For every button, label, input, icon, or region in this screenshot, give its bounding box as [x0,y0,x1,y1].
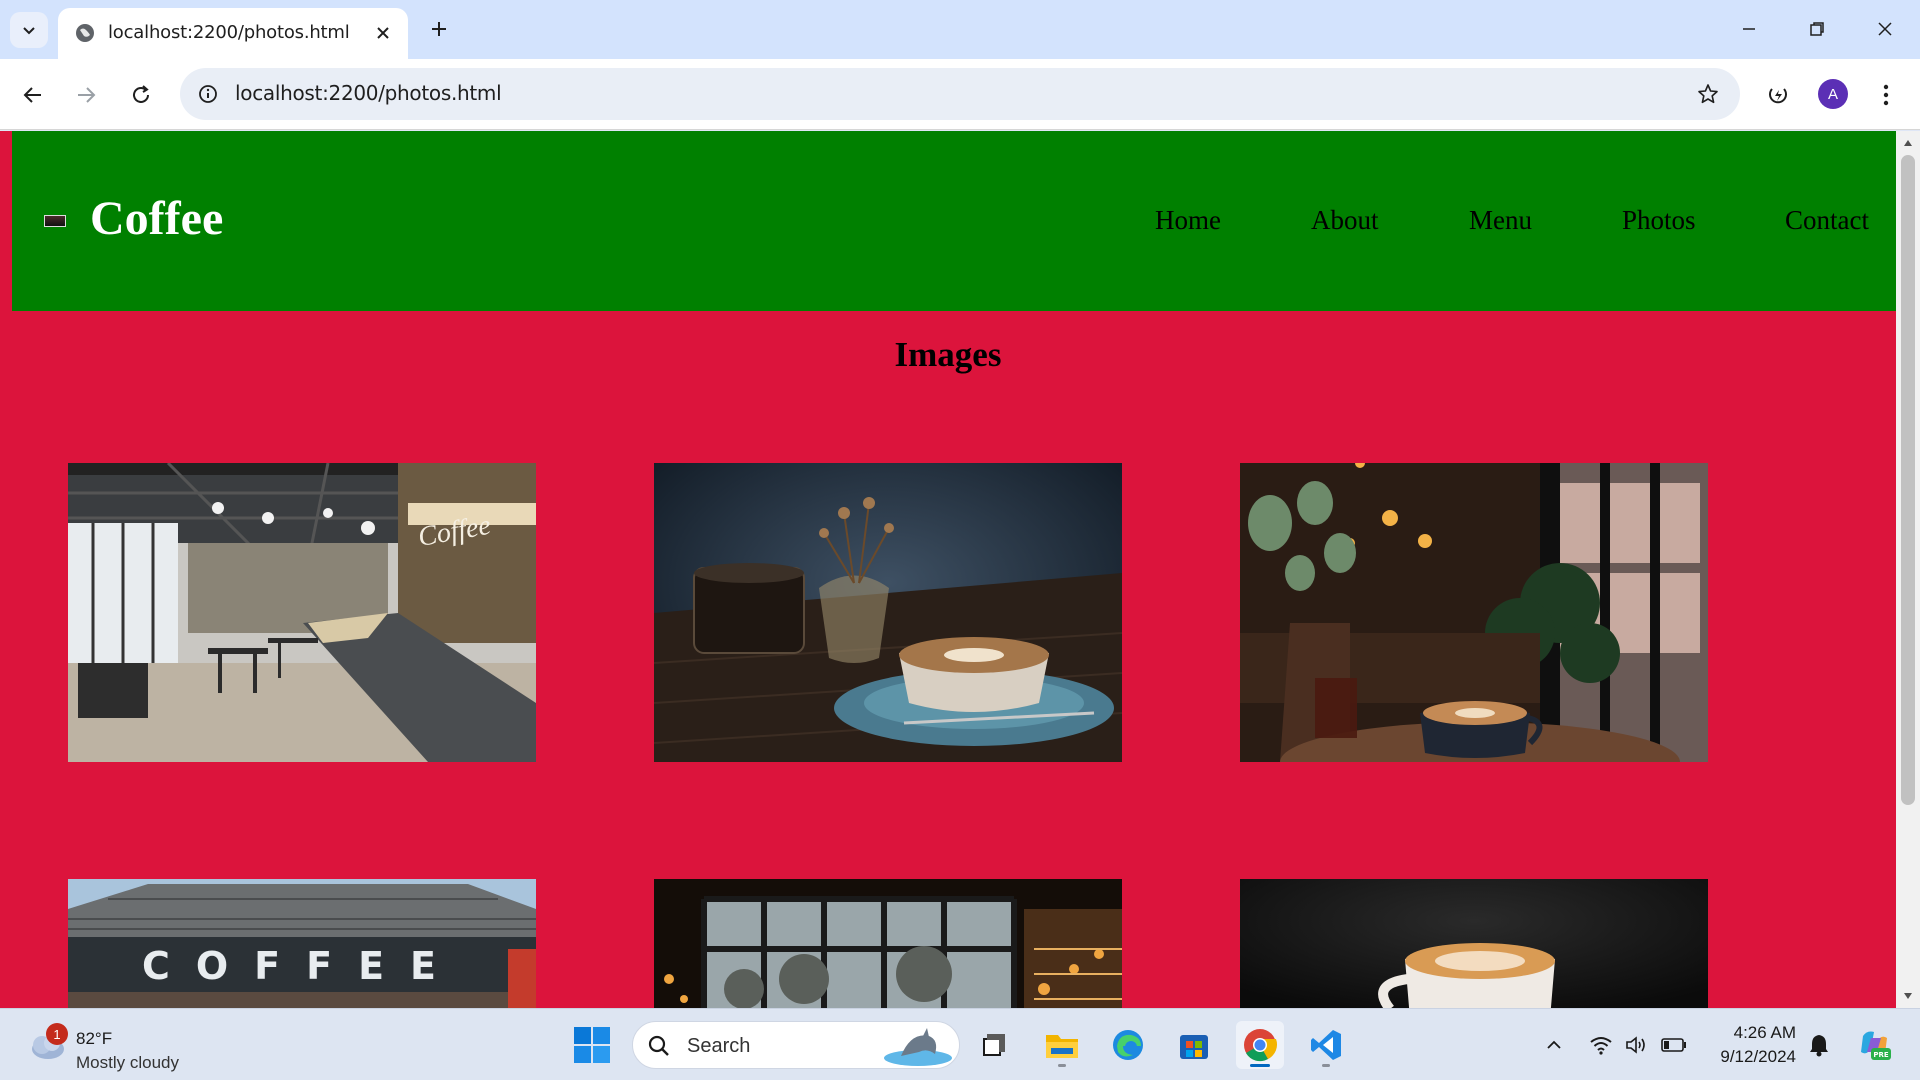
search-label: Search [687,1035,751,1057]
browser-tab-strip: localhost:2200/photos.html [0,0,1920,59]
chrome-icon [1244,1029,1278,1062]
speaker-icon [1626,1036,1645,1054]
notifications-button[interactable] [1805,1031,1833,1059]
app-active-indicator [1250,1064,1270,1067]
clock-date[interactable]: 9/12/2024 [1700,1047,1796,1067]
store-icon [1180,1035,1208,1059]
task-view-icon [983,1034,1005,1056]
nav-home-link[interactable]: Home [1155,205,1221,236]
chevron-down-icon [23,27,35,35]
forward-button[interactable] [66,75,106,115]
app-running-indicator [1058,1064,1066,1067]
nav-photos-link[interactable]: Photos [1622,205,1696,236]
address-bar[interactable]: localhost:2200/photos.html [180,68,1740,120]
bell-icon [1810,1035,1828,1057]
speed-icon [1769,88,1787,104]
arrow-right-icon [78,87,96,103]
taskbar-task-view[interactable] [970,1021,1018,1069]
wifi-icon [1590,1037,1612,1055]
site-info-icon[interactable] [194,80,222,108]
battery-icon [1661,1038,1686,1052]
taskbar-store[interactable] [1170,1021,1218,1069]
clock-time[interactable]: 4:26 AM [1720,1023,1796,1043]
vscode-icon [1311,1030,1341,1060]
nav-contact-link[interactable]: Contact [1785,205,1869,236]
back-button[interactable] [13,75,53,115]
restore-button[interactable] [1792,12,1842,46]
active-tab[interactable]: localhost:2200/photos.html [58,8,408,59]
app-running-indicator [1322,1064,1330,1067]
taskbar-vscode[interactable] [1302,1021,1350,1069]
more-vertical-icon [1883,84,1889,106]
show-hidden-icons-button[interactable] [1540,1031,1568,1059]
dolphin-icon [884,1028,952,1066]
scroll-thumb[interactable] [1901,155,1915,805]
page-viewport: Coffee Home About Menu Photos Contact Im… [0,131,1920,1008]
search-icon [648,1035,669,1056]
windows-logo-icon [574,1027,610,1063]
weather-description: Mostly cloudy [76,1053,179,1072]
chevron-up-icon [1547,1040,1561,1049]
photo-coffee-by-window[interactable] [1240,463,1708,762]
photo-cafe-night-windows[interactable] [654,879,1122,1008]
minimize-button[interactable] [1724,12,1774,46]
browser-toolbar: localhost:2200/photos.html A [0,59,1920,130]
arrow-left-icon [23,87,41,103]
tab-search-button[interactable] [10,12,48,48]
logo-image [44,215,66,227]
close-icon [1878,22,1892,36]
plus-icon [432,22,446,36]
tab-close-button[interactable] [372,22,394,44]
photo-cafe-interior[interactable]: Coffee [68,463,536,762]
wifi-status[interactable] [1587,1031,1615,1059]
svg-text:PRE: PRE [1873,1051,1889,1059]
start-button[interactable] [572,1025,612,1065]
battery-status[interactable] [1660,1031,1688,1059]
bookmark-button[interactable] [1694,80,1722,108]
weather-temperature: 82°F [76,1029,113,1048]
info-icon [199,85,217,103]
taskbar-edge[interactable] [1104,1021,1152,1069]
close-window-button[interactable] [1860,12,1910,46]
page-body: Coffee Home About Menu Photos Contact Im… [0,131,1896,1008]
copilot-icon: PRE [1861,1031,1891,1060]
browser-menu-button[interactable] [1866,75,1906,115]
brand-title: Coffee [90,192,224,245]
scroll-up-button[interactable] [1902,137,1914,149]
close-icon [377,27,389,39]
photo-latte-dark[interactable] [1240,879,1708,1008]
star-icon [1698,84,1718,104]
tab-title: localhost:2200/photos.html [108,22,350,43]
restore-icon [1810,22,1824,36]
site-header: Coffee Home About Menu Photos Contact [12,131,1896,311]
reload-button[interactable] [121,75,161,115]
edge-icon [1113,1030,1143,1060]
taskbar: 1 82°F Mostly cloudy Search 4:26 AM 9/12… [0,1008,1920,1080]
taskbar-file-explorer[interactable] [1038,1021,1086,1069]
notification-badge: 1 [46,1023,68,1045]
url-text[interactable]: localhost:2200/photos.html [235,81,502,105]
triangle-down-icon [1904,993,1912,999]
taskbar-search[interactable]: Search [632,1021,960,1069]
volume-status[interactable] [1623,1031,1651,1059]
page-scrollbar[interactable] [1896,131,1920,1008]
section-title: Images [894,335,1002,374]
reload-icon [133,85,149,103]
folder-icon [1046,1035,1078,1058]
profile-avatar[interactable]: A [1818,79,1848,109]
weather-widget[interactable]: 1 82°F Mostly cloudy [22,1019,212,1072]
photo-coffee-on-table[interactable] [654,463,1122,762]
performance-button[interactable] [1758,75,1798,115]
triangle-up-icon [1904,140,1912,146]
minimize-icon [1743,28,1755,30]
taskbar-chrome[interactable] [1236,1021,1284,1069]
nav-menu-link[interactable]: Menu [1469,205,1532,236]
scroll-down-button[interactable] [1902,990,1914,1002]
new-tab-button[interactable] [424,14,454,44]
photo-coffee-storefront[interactable]: COFFEE [68,879,536,1008]
copilot-button[interactable]: PRE [1856,1027,1892,1063]
storefront-sign-text: COFFEE [142,944,462,988]
globe-icon [76,24,94,42]
nav-about-link[interactable]: About [1311,205,1379,236]
